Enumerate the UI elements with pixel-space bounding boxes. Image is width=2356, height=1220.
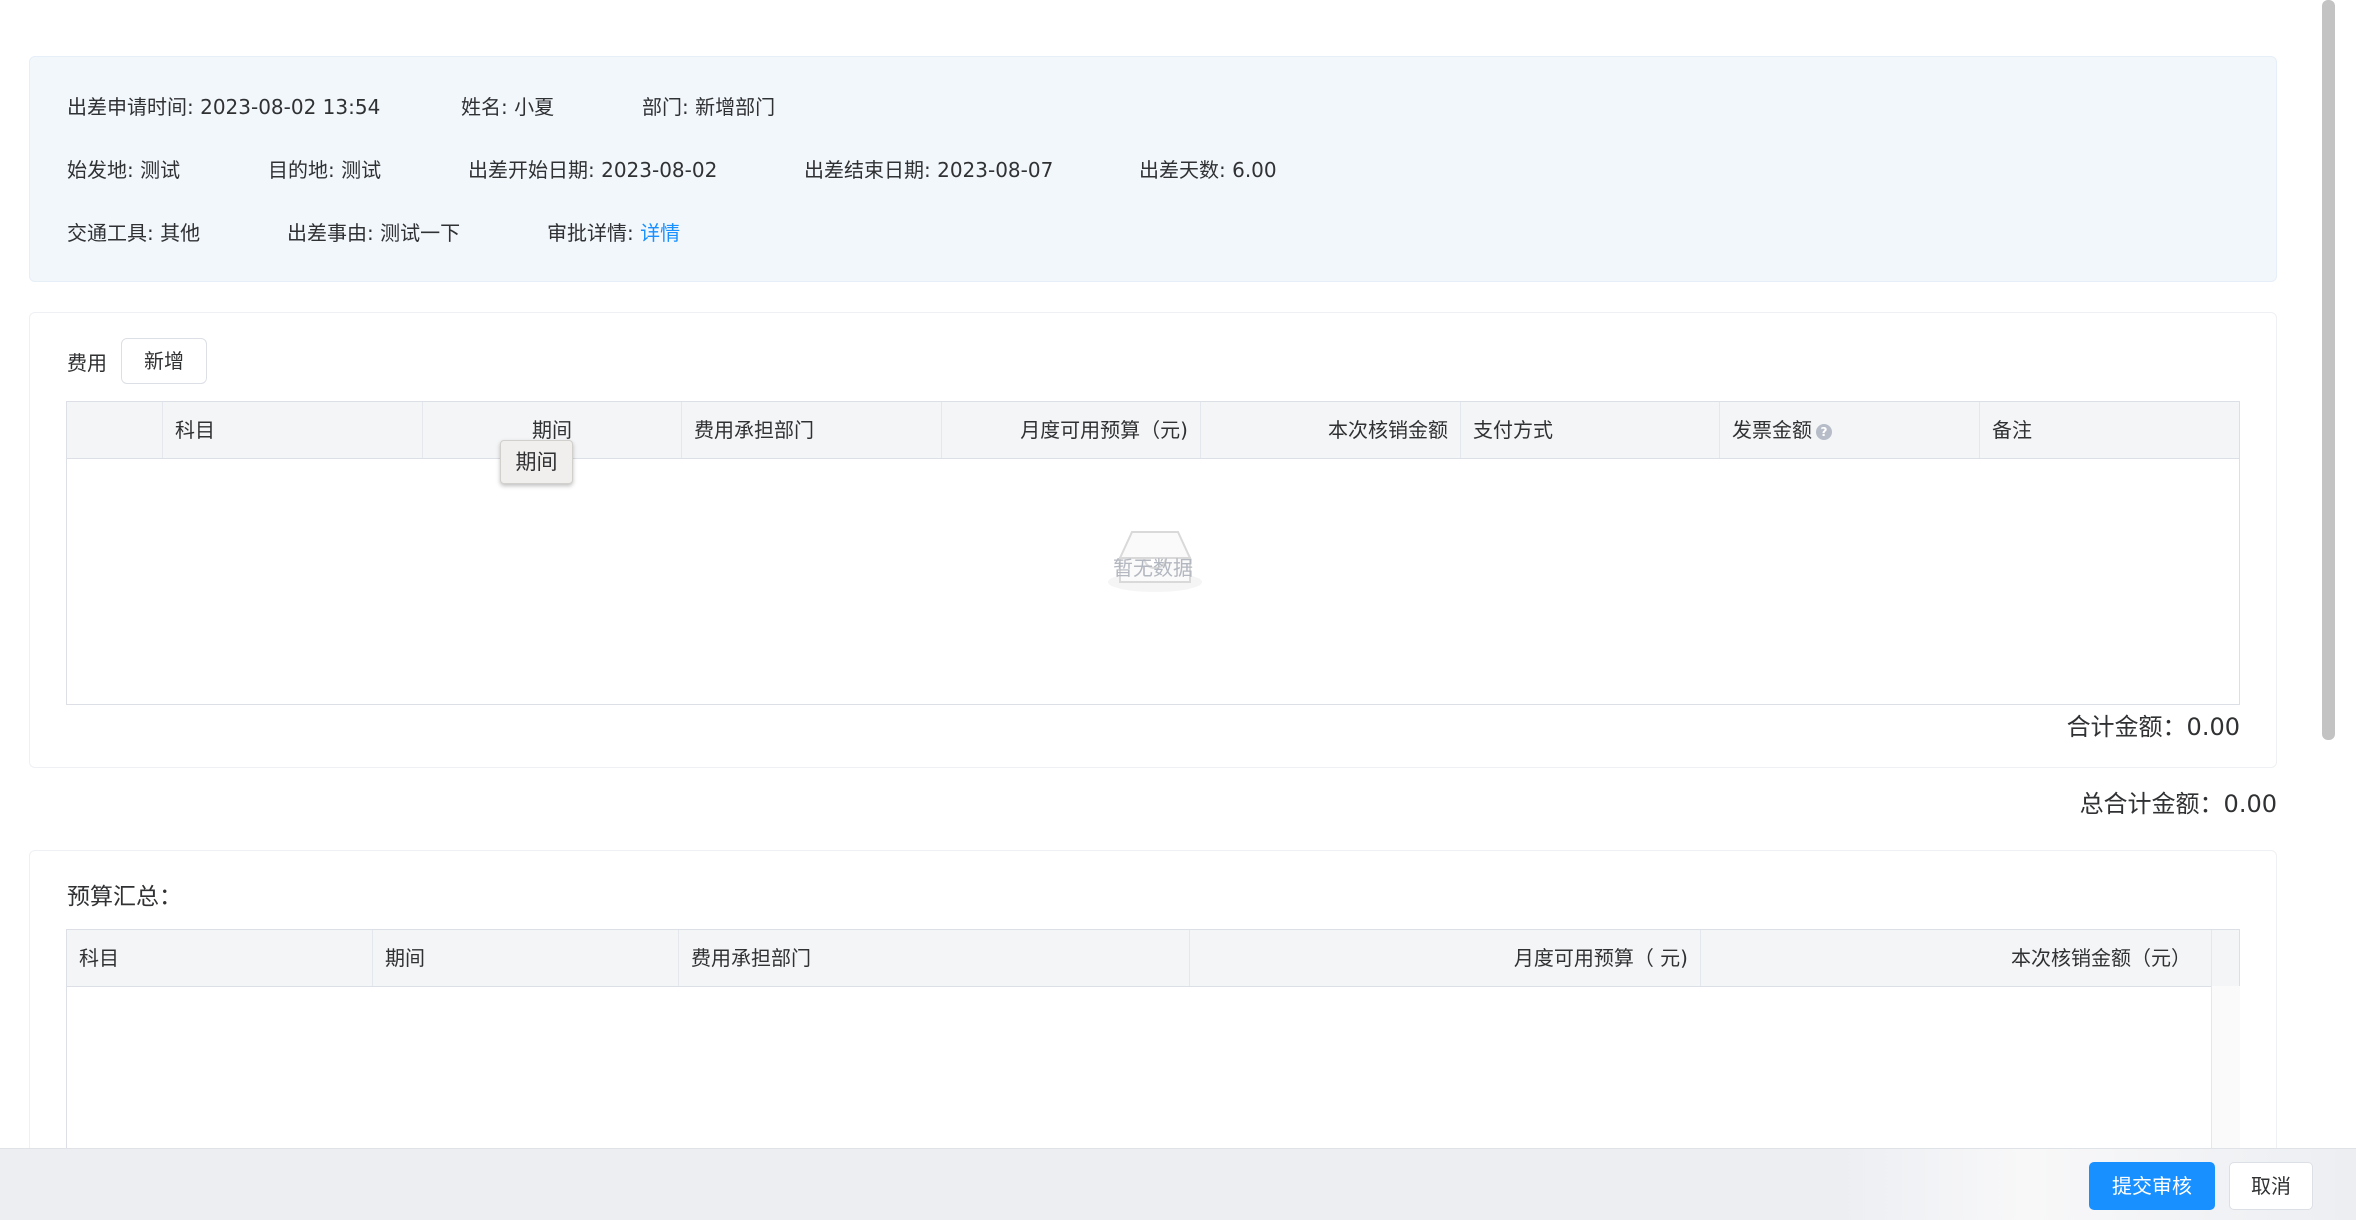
expense-card: 费用 新增 科目 期间 费用承担部门 月度可用预算（元) 本次核销金额 支付方式… <box>29 312 2277 768</box>
budget-col-department: 费用承担部门 <box>679 930 1190 986</box>
destination: 目的地: 测试 <box>268 158 382 182</box>
expense-col-select <box>67 402 163 458</box>
trip-reason: 出差事由: 测试一下 <box>287 221 461 245</box>
expense-subtotal: 合计金额：0.00 <box>2066 713 2240 741</box>
applicant-name: 姓名: 小夏 <box>461 95 555 119</box>
origin: 始发地: 测试 <box>67 158 181 182</box>
page-scrollbar-thumb[interactable] <box>2322 0 2335 740</box>
trip-info-panel: 出差申请时间: 2023-08-02 13:54 姓名: 小夏 部门: 新增部门… <box>29 56 2277 282</box>
expense-col-writeoff-amount: 本次核销金额 <box>1201 402 1461 458</box>
department: 部门: 新增部门 <box>642 95 776 119</box>
budget-col-gutter <box>2212 930 2239 986</box>
approval-details: 审批详情: 详情 <box>547 218 680 248</box>
page: 出差申请时间: 2023-08-02 13:54 姓名: 小夏 部门: 新增部门… <box>0 0 2356 1220</box>
expense-label: 费用 <box>67 351 107 375</box>
expense-col-subject: 科目 <box>163 402 423 458</box>
budget-table-header: 科目 期间 费用承担部门 月度可用预算（ 元) 本次核销金额（元） <box>67 930 2239 987</box>
grand-total: 总合计金额：0.00 <box>2079 790 2277 818</box>
footer-bar: 提交审核 取消 <box>0 1148 2356 1220</box>
expense-col-invoice-amount: 发票金额? <box>1720 402 1980 458</box>
submit-review-button[interactable]: 提交审核 <box>2089 1162 2215 1210</box>
trip-days: 出差天数: 6.00 <box>1139 158 1277 182</box>
period-tooltip: 期间 <box>500 440 573 484</box>
expense-col-monthly-budget: 月度可用预算（元) <box>942 402 1201 458</box>
start-date: 出差开始日期: 2023-08-02 <box>468 158 718 182</box>
question-icon[interactable]: ? <box>1816 423 1832 440</box>
expense-col-payment-method: 支付方式 <box>1461 402 1720 458</box>
budget-summary-title: 预算汇总： <box>67 884 182 910</box>
expense-table-header: 科目 期间 费用承担部门 月度可用预算（元) 本次核销金额 支付方式 发票金额?… <box>67 402 2239 459</box>
budget-col-subject: 科目 <box>67 930 373 986</box>
budget-col-writeoff-amount: 本次核销金额（元） <box>1701 930 2212 986</box>
apply-time: 出差申请时间: 2023-08-02 13:54 <box>67 95 381 119</box>
add-expense-button[interactable]: 新增 <box>121 338 207 384</box>
approval-label: 审批详情: <box>547 221 634 245</box>
cancel-button[interactable]: 取消 <box>2229 1162 2313 1210</box>
budget-col-monthly-budget: 月度可用预算（ 元) <box>1190 930 1701 986</box>
invoice-amount-label: 发票金额 <box>1732 418 1812 442</box>
empty-text: 暂无数据 <box>1113 556 1193 580</box>
end-date: 出差结束日期: 2023-08-07 <box>804 158 1054 182</box>
budget-col-period: 期间 <box>373 930 679 986</box>
transport: 交通工具: 其他 <box>67 221 201 245</box>
approval-details-link[interactable]: 详情 <box>640 221 680 245</box>
expense-empty-state: 暂无数据 <box>67 458 2239 704</box>
expense-col-remarks: 备注 <box>1992 418 2032 442</box>
expense-table: 科目 期间 费用承担部门 月度可用预算（元) 本次核销金额 支付方式 发票金额?… <box>66 401 2240 705</box>
expense-col-department: 费用承担部门 <box>682 402 942 458</box>
